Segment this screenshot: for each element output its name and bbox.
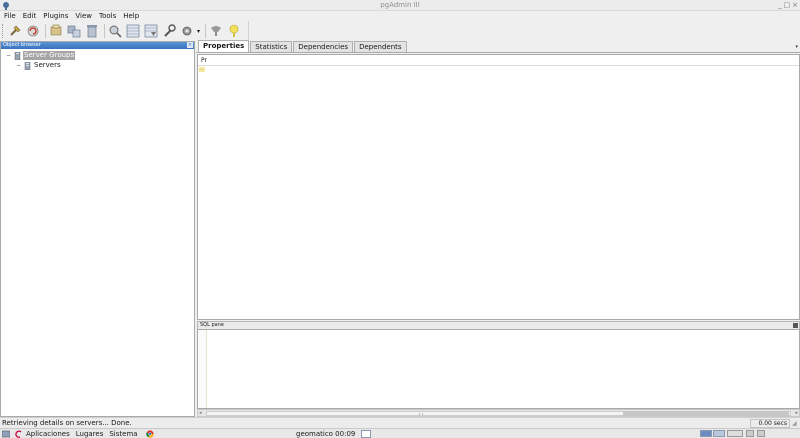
taskbar-window-button[interactable]: geomatico 00:09	[296, 429, 355, 438]
tray-indicator[interactable]	[757, 430, 765, 437]
main-toolbar: ▾	[0, 21, 249, 41]
tree-label[interactable]: Server Groups	[23, 51, 76, 60]
menu-tools[interactable]: Tools	[99, 11, 116, 21]
system-tray	[727, 430, 765, 437]
sql-editor[interactable]	[197, 329, 800, 409]
sql-line-gutter	[198, 330, 207, 408]
server-group-icon	[14, 51, 21, 60]
minimize-button[interactable]: _	[778, 0, 782, 10]
close-window-button[interactable]: ×	[792, 0, 798, 10]
scroll-left-icon[interactable]: ◂	[199, 410, 202, 416]
chevron-down-icon[interactable]: ▾	[197, 28, 200, 35]
menu-help[interactable]: Help	[123, 11, 139, 21]
toolbar-separator	[104, 24, 105, 38]
workspace-switcher[interactable]	[700, 430, 725, 437]
menu-bar: File Edit Plugins View Tools Help	[0, 11, 800, 21]
status-message: Retrieving details on servers... Done.	[2, 419, 132, 427]
workspace-2[interactable]	[713, 430, 725, 437]
scrollbar-thumb[interactable]	[623, 411, 789, 416]
tab-dependencies[interactable]: Dependencies	[293, 41, 354, 52]
tab-dependents[interactable]: Dependents	[354, 41, 407, 52]
sql-query-icon[interactable]	[107, 23, 123, 39]
object-browser-close-button[interactable]: ×	[187, 42, 193, 48]
server-icon	[24, 61, 31, 70]
chrome-icon[interactable]	[145, 429, 154, 438]
create-object-icon[interactable]	[66, 23, 82, 39]
properties-icon[interactable]	[48, 23, 64, 39]
object-browser-title: Object browser	[3, 42, 41, 48]
status-bar: Retrieving details on servers... Done. 0…	[0, 417, 800, 428]
tray-indicator[interactable]	[727, 430, 743, 437]
tree-expander[interactable]: −	[15, 62, 22, 69]
show-desktop-icon[interactable]	[2, 430, 10, 438]
tree-expander[interactable]: −	[5, 52, 12, 59]
menu-plugins[interactable]: Plugins	[43, 11, 68, 21]
menu-view[interactable]: View	[75, 11, 92, 21]
menu-lugares[interactable]: Lugares	[76, 429, 104, 438]
tab-bar: Properties Statistics Dependencies Depen…	[196, 40, 800, 53]
tree-node-servers[interactable]: − Servers	[15, 61, 62, 70]
menu-file[interactable]: File	[4, 11, 16, 21]
tab-properties[interactable]: Properties	[198, 40, 250, 52]
sql-pane: SQL pane ◂ ▸	[197, 321, 800, 417]
toolbar-separator	[45, 24, 46, 38]
tree-node-server-groups[interactable]: − Server Groups	[5, 51, 76, 60]
sql-pane-title: SQL pane	[200, 322, 224, 328]
sql-pane-close-icon[interactable]	[793, 323, 798, 328]
title-bar: pgAdmin III _ □ ×	[0, 0, 800, 11]
guru-hint-icon[interactable]	[208, 23, 224, 39]
object-browser-panel[interactable]: Object browser × − Server Groups − Serve…	[0, 41, 195, 417]
properties-row-marker: ⋯	[199, 67, 205, 72]
view-data-icon[interactable]	[125, 23, 141, 39]
notes-icon[interactable]	[361, 430, 371, 438]
debian-swirl-icon	[15, 430, 22, 438]
connect-icon[interactable]	[7, 23, 23, 39]
status-elapsed-time: 0.00 secs	[750, 419, 790, 428]
tab-statistics[interactable]: Statistics	[250, 41, 293, 52]
maintenance-icon[interactable]	[161, 23, 177, 39]
tray-indicator[interactable]	[746, 430, 754, 437]
desktop-taskbar: Aplicaciones Lugares Sistema geomatico 0…	[0, 428, 800, 438]
drop-object-icon[interactable]	[84, 23, 100, 39]
menu-edit[interactable]: Edit	[23, 11, 37, 21]
properties-list[interactable]: Pr ⋯	[197, 54, 800, 320]
tree-label[interactable]: Servers	[33, 61, 62, 70]
window-title: pgAdmin III	[380, 1, 420, 9]
properties-column-header[interactable]: Pr	[198, 55, 799, 66]
detail-panel: Properties Statistics Dependencies Depen…	[196, 40, 800, 321]
tab-list-dropdown-icon[interactable]: ▾	[795, 44, 798, 50]
menu-sistema[interactable]: Sistema	[109, 429, 137, 438]
sql-pane-header: SQL pane	[197, 321, 800, 329]
workspace-1[interactable]	[700, 430, 712, 437]
object-browser-header: Object browser ×	[1, 42, 194, 49]
maximize-button[interactable]: □	[784, 0, 791, 10]
plugins-icon[interactable]	[179, 23, 195, 39]
resize-grip-icon[interactable]: ◢	[792, 420, 799, 427]
sql-horizontal-scrollbar[interactable]: ◂ ▸	[197, 409, 800, 417]
menu-aplicaciones[interactable]: Aplicaciones	[26, 429, 70, 438]
scrollbar-grip	[419, 413, 423, 415]
toolbar-grip[interactable]	[2, 24, 5, 38]
scroll-right-icon[interactable]: ▸	[795, 410, 798, 416]
toolbar-separator	[205, 24, 207, 38]
filtered-data-icon[interactable]	[143, 23, 159, 39]
refresh-icon[interactable]	[25, 23, 41, 39]
help-icon[interactable]	[226, 23, 242, 39]
